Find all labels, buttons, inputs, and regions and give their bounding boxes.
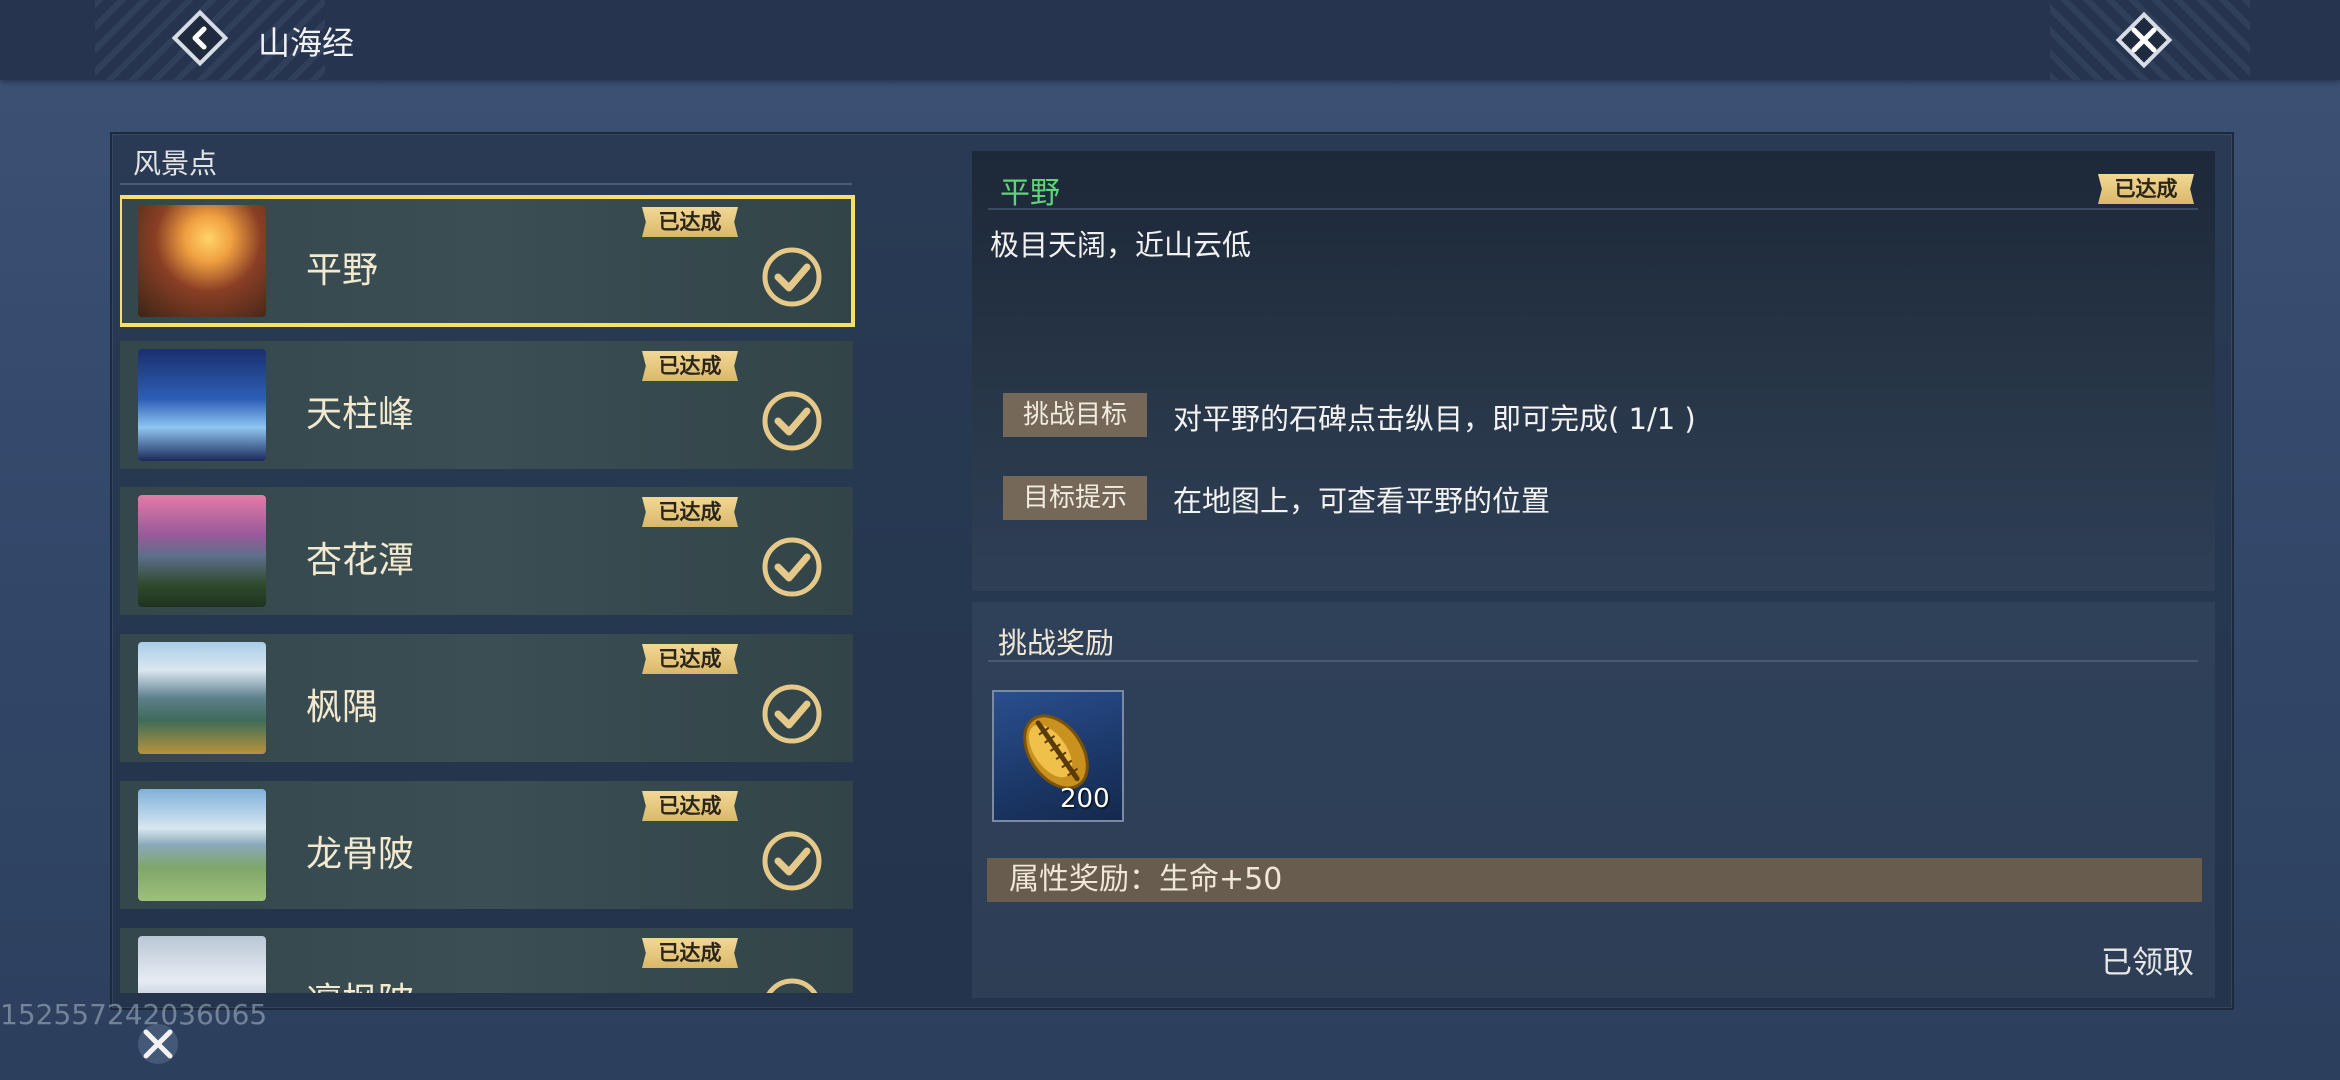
page-title: 山海经 [258, 24, 355, 62]
detail-spot-name: 平野 [1000, 176, 1060, 211]
thumbnail-image [138, 936, 266, 993]
thumbnail-image [138, 205, 266, 317]
check-circle-icon [762, 247, 822, 307]
thumbnail-image [138, 789, 266, 901]
claimed-status: 已领取 [2101, 945, 2194, 981]
list-item-name: 杏花潭 [306, 540, 415, 581]
scenic-spot-list[interactable]: 平野 已达成 天柱峰 已达成 杏花潭 已达成 枫隅 已达成 龙骨陂 已达成 已达… [120, 193, 855, 993]
thumbnail-image [138, 642, 266, 754]
list-item-name: 凛枫陂 [306, 972, 414, 993]
list-item-linfengbei[interactable]: 凛枫陂 已达成 [120, 928, 853, 993]
thumbnail-image [138, 349, 266, 461]
reward-divider [988, 660, 2198, 662]
close-icon [138, 1024, 178, 1064]
achieved-badge: 已达成 [642, 207, 738, 237]
floating-close-button[interactable] [128, 1018, 188, 1070]
attribute-reward-bar: 属性奖励：生命+50 [987, 858, 2202, 902]
list-item-name: 枫隅 [306, 687, 379, 728]
list-item-name: 天柱峰 [306, 394, 415, 435]
back-arrow-icon [171, 9, 229, 67]
list-heading-divider [120, 183, 852, 185]
list-heading: 风景点 [133, 147, 218, 180]
list-item-fengyu[interactable]: 枫隅 已达成 [120, 634, 853, 762]
list-item-tianzhufeng[interactable]: 天柱峰 已达成 [120, 341, 853, 469]
reward-title: 挑战奖励 [998, 626, 1115, 660]
achieved-badge: 已达成 [642, 791, 738, 821]
achieved-badge: 已达成 [642, 351, 738, 381]
detail-description: 极目天阔，近山云低 [990, 228, 1252, 262]
goal-hint-tag: 目标提示 [1003, 476, 1147, 520]
list-item-name: 平野 [306, 250, 379, 291]
check-circle-icon [762, 831, 822, 891]
check-circle-icon [762, 684, 822, 744]
challenge-goal-tag: 挑战目标 [1003, 393, 1147, 437]
achieved-badge: 已达成 [642, 497, 738, 527]
challenge-goal-text: 对平野的石碑点击纵目，即可完成( 1/1 ) [1173, 402, 1696, 436]
achieved-badge: 已达成 [642, 938, 738, 968]
check-circle-icon [762, 537, 822, 597]
list-item-pingye[interactable]: 平野 已达成 [120, 195, 855, 327]
check-circle-icon [762, 391, 822, 451]
list-item-name: 龙骨陂 [306, 834, 415, 875]
achieved-badge: 已达成 [642, 644, 738, 674]
list-item-longgubei[interactable]: 龙骨陂 已达成 [120, 781, 853, 909]
reward-item-count: 200 [1060, 784, 1110, 814]
close-button[interactable] [2112, 8, 2176, 72]
detail-divider [988, 208, 2198, 210]
check-circle-icon [766, 978, 818, 993]
detail-achieved-badge: 已达成 [2098, 174, 2194, 204]
list-item-xinghuatan[interactable]: 杏花潭 已达成 [120, 487, 853, 615]
goal-hint-text: 在地图上，可查看平野的位置 [1173, 484, 1551, 518]
detail-panel [972, 151, 2215, 591]
close-icon [2115, 11, 2173, 69]
thumbnail-image [138, 495, 266, 607]
back-button[interactable] [170, 8, 230, 68]
